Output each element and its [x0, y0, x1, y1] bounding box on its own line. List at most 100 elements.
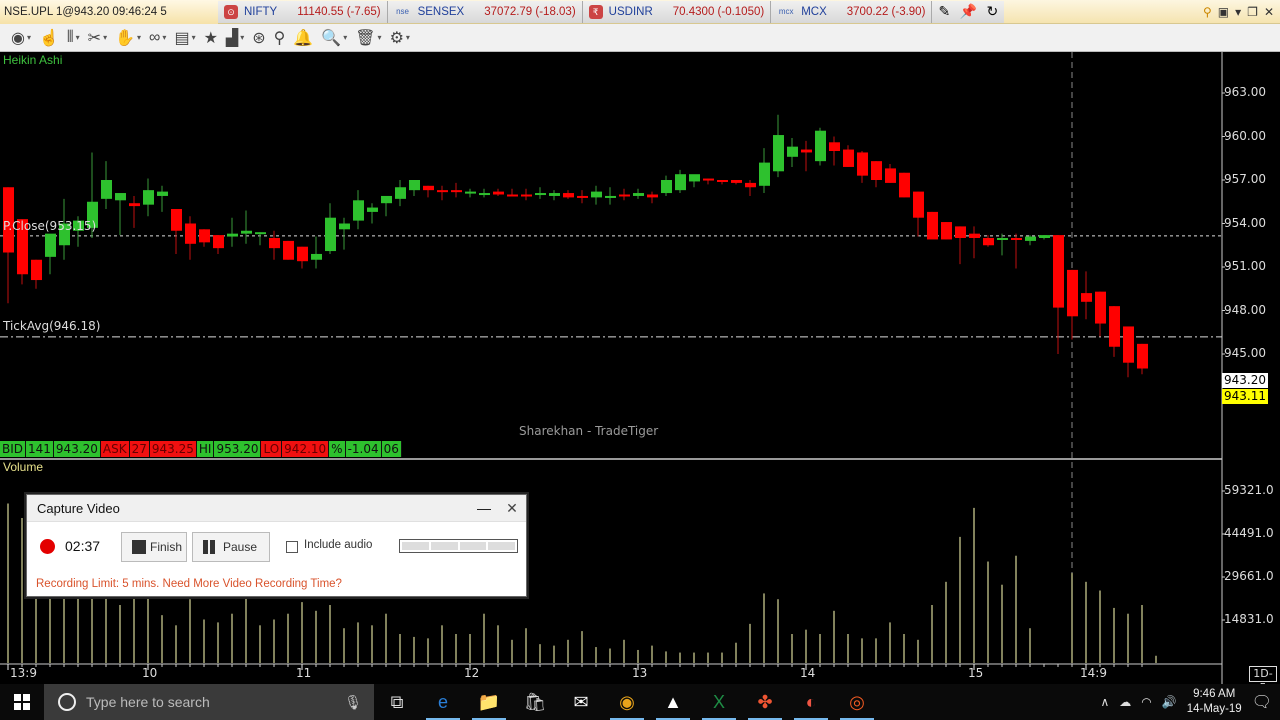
dropdown-arrow-icon[interactable]: ▾	[378, 33, 382, 42]
taskbar-app-excel[interactable]: X	[696, 684, 742, 720]
refresh-button[interactable]: ↻	[980, 0, 1005, 23]
candle-body	[997, 238, 1008, 240]
store-icon: 🛍	[523, 691, 547, 712]
delete-tool-button[interactable]: 🗑 ▾	[352, 26, 384, 50]
taskbar-app-store[interactable]: 🛍	[512, 684, 558, 720]
ticker-sensex[interactable]: nse SENSEX 37072.79 (-18.03)	[387, 0, 583, 23]
candle-body	[493, 191, 504, 195]
indicator-tool-button[interactable]: ◉ ▾	[8, 26, 34, 50]
close-icon[interactable]: ✕	[498, 500, 526, 517]
nifty-icon: ⊙	[224, 4, 238, 19]
recording-limit-link[interactable]: Recording Limit: 5 mins. Need More Video…	[36, 578, 342, 590]
pause-button[interactable]: Pause	[192, 532, 270, 562]
dropdown-arrow-icon[interactable]: ▾	[103, 33, 107, 42]
restore-icon[interactable]: ❐	[1247, 5, 1258, 19]
probe-tool-icon: ⚲	[273, 29, 286, 47]
template-tool-button[interactable]: ▤ ▾	[171, 26, 198, 50]
volume-tick-label: 59321.0	[1224, 483, 1274, 497]
search-placeholder: Type here to search	[86, 694, 210, 710]
hand-tool-button[interactable]: ✋ ▾	[112, 26, 144, 50]
wifi-icon[interactable]: ◠	[1141, 695, 1151, 709]
volume-icon[interactable]: 🔊	[1162, 695, 1177, 709]
candle-body	[983, 238, 994, 246]
clock-time: 9:46 AM	[1193, 688, 1236, 700]
chrome-icon: ◉	[619, 691, 635, 712]
candle-body	[1123, 326, 1134, 363]
quote-cell: %	[329, 441, 346, 457]
zoom-tool-button[interactable]: 🔍 ▾	[318, 26, 350, 50]
taskbar-app-pinwheel[interactable]: ✤	[742, 684, 788, 720]
pin-button[interactable]: 📌	[956, 0, 981, 23]
compare-tool-icon: ⊛	[252, 29, 266, 47]
candle-body	[801, 149, 812, 153]
cursor-tool-button[interactable]: ☝	[36, 26, 62, 50]
candle-body	[367, 207, 378, 212]
compare-tool-button[interactable]: ⊛	[249, 26, 268, 50]
dropdown-arrow-icon[interactable]: ▾	[343, 33, 347, 42]
drawing-tool-button[interactable]: ✂ ▾	[85, 26, 110, 50]
analysis-tool-button[interactable]: ▟ ▾	[223, 26, 247, 50]
notifications-icon[interactable]: 🗨	[1252, 692, 1272, 712]
taskbar-app-task-view[interactable]: ⧉	[374, 684, 420, 720]
taskbar-app-photos[interactable]: ▲	[650, 684, 696, 720]
edit-button[interactable]: ✎	[932, 0, 957, 23]
taskbar-app-screen-recorder[interactable]: ◎	[834, 684, 880, 720]
recording-indicator-icon	[40, 539, 55, 554]
dropdown-arrow-icon[interactable]: ▾	[240, 33, 244, 42]
ticker-nifty[interactable]: ⊙ NIFTY 11140.55 (-7.65)	[218, 0, 388, 23]
favorite-tool-button[interactable]: ★	[201, 26, 221, 50]
dropdown-icon[interactable]: ▾	[1235, 5, 1241, 19]
cortana-icon	[58, 693, 76, 711]
dropdown-arrow-icon[interactable]: ▾	[162, 33, 166, 42]
clock[interactable]: 9:46 AM 14-May-19	[1187, 687, 1242, 717]
dropdown-arrow-icon[interactable]: ▾	[76, 33, 80, 42]
quote-cell: 953.20	[214, 441, 262, 457]
price-tick-label: 960.00	[1224, 128, 1266, 143]
ticker-name: SENSEX	[417, 5, 465, 18]
dialog-titlebar[interactable]: Capture Video — ✕	[27, 495, 526, 522]
candle-body	[787, 146, 798, 157]
dropdown-arrow-icon[interactable]: ▾	[406, 33, 410, 42]
candle-body	[1011, 238, 1022, 240]
chart-type-tool-button[interactable]: ⫴ ▾	[64, 26, 83, 50]
taskbar-app-tradetiger[interactable]: ◐	[788, 684, 834, 720]
dropdown-arrow-icon[interactable]: ▾	[27, 33, 31, 42]
candle-body	[605, 195, 616, 198]
ticker-usdinr[interactable]: ₹ USDINR 70.4300 (-0.1050)	[582, 0, 772, 23]
alert-tool-button[interactable]: 🔔	[290, 26, 316, 50]
candle-body	[731, 180, 742, 183]
link-tool-button[interactable]: ∞ ▾	[146, 26, 169, 50]
dropdown-arrow-icon[interactable]: ▾	[137, 33, 141, 42]
delete-tool-icon: 🗑	[355, 29, 376, 47]
monitor-icon[interactable]: ▣	[1218, 5, 1229, 19]
minimize-icon[interactable]: —	[470, 500, 498, 516]
search-icon[interactable]: ⚲	[1203, 5, 1212, 19]
microphone-icon[interactable]: 🎙	[344, 694, 362, 711]
period-button[interactable]: 1D-5	[1249, 666, 1277, 694]
finish-button[interactable]: Finish	[121, 532, 187, 562]
dropdown-arrow-icon[interactable]: ▾	[192, 33, 196, 42]
onedrive-icon[interactable]: ☁	[1119, 695, 1131, 709]
taskbar-app-edge[interactable]: e	[420, 684, 466, 720]
candle-body	[955, 226, 966, 238]
taskbar-app-chrome[interactable]: ◉	[604, 684, 650, 720]
candle-body	[241, 230, 252, 234]
probe-tool-button[interactable]: ⚲	[271, 26, 289, 50]
candle-body	[927, 211, 938, 240]
include-audio-checkbox[interactable]	[286, 541, 298, 553]
screen-recorder-icon: ◎	[849, 691, 865, 712]
taskbar-app-file-explorer[interactable]: 📁	[466, 684, 512, 720]
settings-tool-button[interactable]: ⚙ ▾	[387, 26, 413, 50]
ticker-name: NIFTY	[244, 5, 278, 18]
start-button[interactable]	[0, 684, 44, 720]
include-audio-label[interactable]: Include audio	[304, 539, 372, 551]
chevron-up-icon[interactable]: ∧	[1100, 695, 1109, 709]
candle-body	[745, 182, 756, 188]
ticker-mcx[interactable]: mcx MCX 3700.22 (-3.90)	[771, 0, 933, 23]
taskbar-app-mail[interactable]: ✉	[558, 684, 604, 720]
window-controls: ⚲ ▣ ▾ ❐ ✕	[1203, 5, 1280, 19]
close-icon[interactable]: ✕	[1264, 5, 1274, 19]
audio-level-meter	[399, 539, 518, 553]
analysis-tool-icon: ▟	[225, 29, 239, 47]
taskbar-search[interactable]: Type here to search 🎙	[44, 684, 374, 720]
